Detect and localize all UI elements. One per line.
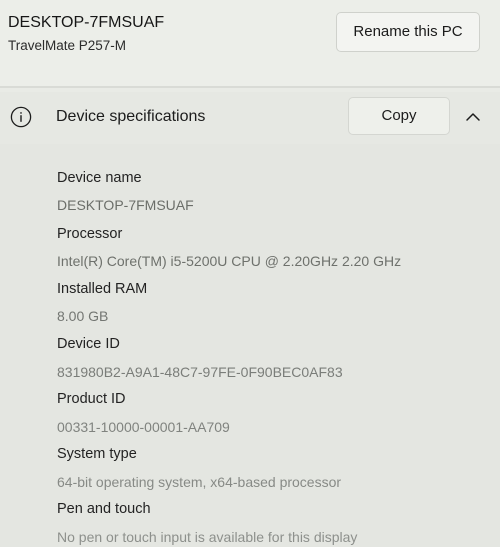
spec-label-device-id: Device ID bbox=[57, 336, 120, 352]
section-title: Device specifications bbox=[56, 108, 206, 125]
spec-label-system-type: System type bbox=[57, 446, 137, 462]
spec-label-processor: Processor bbox=[57, 226, 123, 242]
spec-label-device-name: Device name bbox=[57, 170, 142, 186]
copy-button[interactable]: Copy bbox=[348, 97, 450, 135]
device-specifications-list: Device name DESKTOP-7FMSUAF Processor In… bbox=[0, 144, 500, 547]
spec-value-pen-and-touch: No pen or touch input is available for t… bbox=[57, 529, 358, 545]
spec-value-installed-ram: 8.00 GB bbox=[57, 308, 109, 324]
section-divider bbox=[0, 86, 500, 88]
spec-value-device-name: DESKTOP-7FMSUAF bbox=[57, 197, 194, 213]
spec-label-product-id: Product ID bbox=[57, 391, 126, 407]
device-specifications-header[interactable]: Device specifications Copy bbox=[0, 92, 500, 144]
spec-value-device-id: 831980B2-A9A1-48C7-97FE-0F90BEC0AF83 bbox=[57, 364, 343, 380]
spec-label-pen-and-touch: Pen and touch bbox=[57, 501, 151, 517]
pc-model: TravelMate P257-M bbox=[8, 38, 127, 53]
rename-pc-button[interactable]: Rename this PC bbox=[336, 12, 480, 52]
spec-label-installed-ram: Installed RAM bbox=[57, 281, 148, 297]
pc-name: DESKTOP-7FMSUAF bbox=[8, 14, 165, 31]
device-header: DESKTOP-7FMSUAF TravelMate P257-M Rename… bbox=[0, 0, 500, 86]
spec-value-product-id: 00331-10000-00001-AA709 bbox=[57, 419, 230, 435]
info-icon bbox=[10, 106, 32, 128]
spec-value-system-type: 64-bit operating system, x64-based proce… bbox=[57, 474, 342, 490]
spec-value-processor: Intel(R) Core(TM) i5-5200U CPU @ 2.20GHz… bbox=[57, 253, 402, 269]
chevron-up-icon[interactable] bbox=[462, 106, 484, 128]
